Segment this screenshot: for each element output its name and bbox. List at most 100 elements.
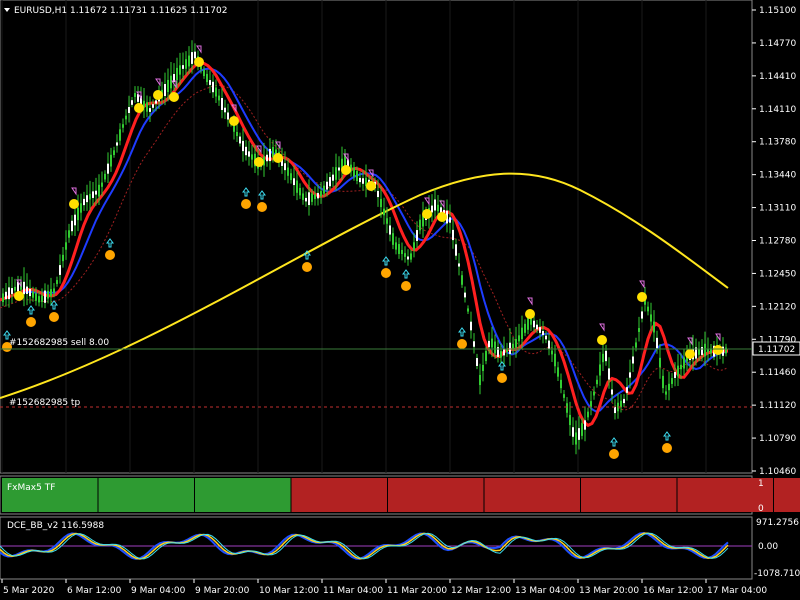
candle-body xyxy=(356,170,358,182)
candle-body xyxy=(458,263,460,267)
candle-body xyxy=(398,244,400,254)
candle-body xyxy=(584,420,586,430)
candle-body xyxy=(239,136,241,144)
candle-body xyxy=(74,214,76,226)
candle-body xyxy=(542,330,544,336)
signal-dot-sell xyxy=(525,309,535,319)
candle-body xyxy=(248,151,250,157)
candle-body xyxy=(536,324,538,330)
candle-body xyxy=(482,364,484,372)
candle-body xyxy=(98,184,100,197)
time-axis[interactable]: 5 Mar 2020 6 Mar 12:00 9 Mar 04:00 9 Mar 20… xyxy=(1,579,767,596)
candle-body xyxy=(155,100,157,104)
price-tick-label: 1.12120 xyxy=(759,302,796,312)
candle-body xyxy=(65,242,67,250)
candle-body xyxy=(590,401,592,407)
candle-body xyxy=(2,293,4,303)
candle-body xyxy=(377,190,379,198)
candle-body xyxy=(533,320,535,328)
signal-dot-sell xyxy=(153,90,163,100)
current-price-value: 1.11702 xyxy=(758,345,795,355)
candle-body xyxy=(236,131,238,137)
time-tick-label: 12 Mar 12:00 xyxy=(451,586,511,596)
candle-body xyxy=(620,400,622,408)
price-tick-label: 1.12780 xyxy=(759,237,796,247)
candle-body xyxy=(47,290,49,299)
candle-body xyxy=(359,177,361,183)
candle-body xyxy=(80,203,82,213)
signal-dot-buy xyxy=(302,262,312,272)
signal-dot-buy xyxy=(257,202,267,212)
signal-dot-sell xyxy=(341,165,351,175)
candle-body xyxy=(296,180,298,193)
signal-dot-sell xyxy=(254,157,264,167)
candle-body xyxy=(266,154,268,162)
candle-body xyxy=(614,406,616,414)
candle-body xyxy=(176,67,178,81)
candle-body xyxy=(152,104,154,108)
candle-body xyxy=(551,350,553,355)
candle-body xyxy=(203,69,205,77)
fxmax-block-red xyxy=(388,478,484,512)
candle-body xyxy=(14,286,16,291)
candle-body xyxy=(206,73,208,83)
candle-body xyxy=(665,391,667,395)
candle-body xyxy=(77,207,79,221)
dce-panel[interactable]: DCE_BB_v2 116.5988 971.2756 0.00 -1078.7… xyxy=(0,516,800,580)
fxmax-block-red xyxy=(581,478,677,512)
time-tick-label: 10 Mar 12:00 xyxy=(259,586,319,596)
time-tick-label: 9 Mar 20:00 xyxy=(195,586,250,596)
candle-body xyxy=(677,365,679,377)
signal-dot-sell xyxy=(169,92,179,102)
candle-body xyxy=(59,265,61,275)
price-axis[interactable]: 1.15100 1.14770 1.14410 1.14110 1.13780 1.134… xyxy=(752,6,796,477)
candle-body xyxy=(560,379,562,389)
trading-chart[interactable]: #152682985 sell 8.00 #152682985 tp EURUS… xyxy=(0,0,800,600)
candle-body xyxy=(107,163,109,174)
candle-body xyxy=(539,327,541,333)
candle-body xyxy=(599,364,601,376)
fxmax-panel[interactable]: FxMax5 TF 1 0 xyxy=(0,475,800,515)
signal-dot-sell xyxy=(713,345,723,355)
candle-body xyxy=(167,79,169,93)
candle-body xyxy=(581,423,583,436)
candle-body xyxy=(179,65,181,75)
candle-body xyxy=(29,288,31,297)
candle-body xyxy=(287,167,289,176)
dce-scale-top: 971.2756 xyxy=(756,518,799,528)
candle-body xyxy=(653,321,655,333)
candle-body xyxy=(128,107,130,113)
dce-title: DCE_BB_v2 116.5988 xyxy=(7,521,104,531)
candle-body xyxy=(725,347,727,354)
candle-body xyxy=(461,275,463,285)
candle-body xyxy=(413,242,415,250)
candle-body xyxy=(11,288,13,294)
candle-body xyxy=(608,368,610,380)
candle-body xyxy=(404,253,406,257)
candle-body xyxy=(299,187,301,196)
price-tick-label: 1.14110 xyxy=(759,105,796,115)
candle-body xyxy=(638,328,640,332)
candle-body xyxy=(668,383,670,391)
dce-scale-mid: 0.00 xyxy=(758,542,778,552)
candle-body xyxy=(305,197,307,202)
tp-label: #152682985 tp xyxy=(9,398,80,408)
time-tick-label: 5 Mar 2020 xyxy=(3,586,55,596)
sell-order-label: #152682985 sell 8.00 xyxy=(9,338,109,348)
signal-dot-sell xyxy=(194,57,204,67)
signal-dot-buy xyxy=(497,373,507,383)
candle-body xyxy=(191,52,193,64)
candle-body xyxy=(332,174,334,181)
candle-body xyxy=(212,81,214,93)
candle-body xyxy=(509,342,511,354)
main-chart-panel[interactable]: #152682985 sell 8.00 #152682985 tp EURUS… xyxy=(0,0,753,474)
signal-dot-buy xyxy=(49,312,59,322)
price-tick-label: 1.14410 xyxy=(759,72,796,82)
signal-dot-buy xyxy=(609,449,619,459)
candle-body xyxy=(221,98,223,110)
candle-body xyxy=(407,256,409,260)
candle-body xyxy=(353,167,355,177)
candle-body xyxy=(71,220,73,232)
candle-body xyxy=(146,102,148,112)
fxmax-block-red xyxy=(291,478,387,512)
